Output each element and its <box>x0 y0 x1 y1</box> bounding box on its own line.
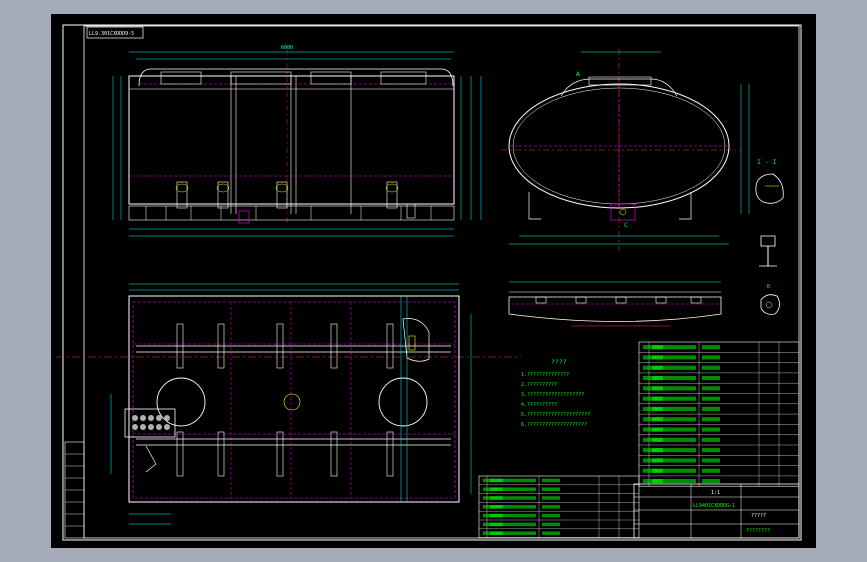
svg-text:LL9401CXDDDG-1: LL9401CXDDDG-1 <box>693 503 735 509</box>
svg-text:I - I: I - I <box>757 158 777 166</box>
technical-notes: ???? 1.?????????????? 2.?????????? 3.???… <box>521 358 590 428</box>
saddle-view <box>508 281 722 327</box>
svg-text:4.??????????: 4.?????????? <box>521 402 557 408</box>
notes-title: ???? <box>551 358 567 366</box>
left-revision-table <box>64 441 85 539</box>
plan-view <box>110 283 472 525</box>
title-block: 1:1 LL9401CXDDDG-1 ????? ???????? <box>633 483 800 539</box>
cad-viewport[interactable]: LL9.301CXDDD9-5 6000 A C I - I B ???? 1.… <box>51 14 816 548</box>
svg-text:5.?????????????????????: 5.????????????????????? <box>521 412 590 418</box>
svg-text:B: B <box>767 284 770 290</box>
svg-text:6000: 6000 <box>281 45 293 51</box>
side-elevation-view: 6000 <box>112 45 482 237</box>
svg-text:????????: ???????? <box>746 528 770 534</box>
code-box-text: LL9.301CXDDD9-5 <box>89 31 134 37</box>
parts-list <box>638 341 800 487</box>
svg-text:3.???????????????????: 3.??????????????????? <box>521 392 584 398</box>
bottom-parts-list <box>478 475 640 538</box>
end-view: A C <box>508 51 750 245</box>
cad-drawing: LL9.301CXDDD9-5 6000 A C I - I B ???? 1.… <box>56 24 802 541</box>
svg-text:2.??????????: 2.?????????? <box>521 382 557 388</box>
outer-border <box>62 24 802 541</box>
svg-text:1.??????????????: 1.?????????????? <box>521 372 569 378</box>
svg-text:?????: ????? <box>751 513 766 519</box>
svg-text:A: A <box>576 70 580 78</box>
svg-text:6.????????????????????: 6.???????????????????? <box>521 422 587 428</box>
detail-views: I - I B <box>755 158 784 315</box>
svg-text:1:1: 1:1 <box>711 490 720 496</box>
svg-text:C: C <box>624 221 628 229</box>
